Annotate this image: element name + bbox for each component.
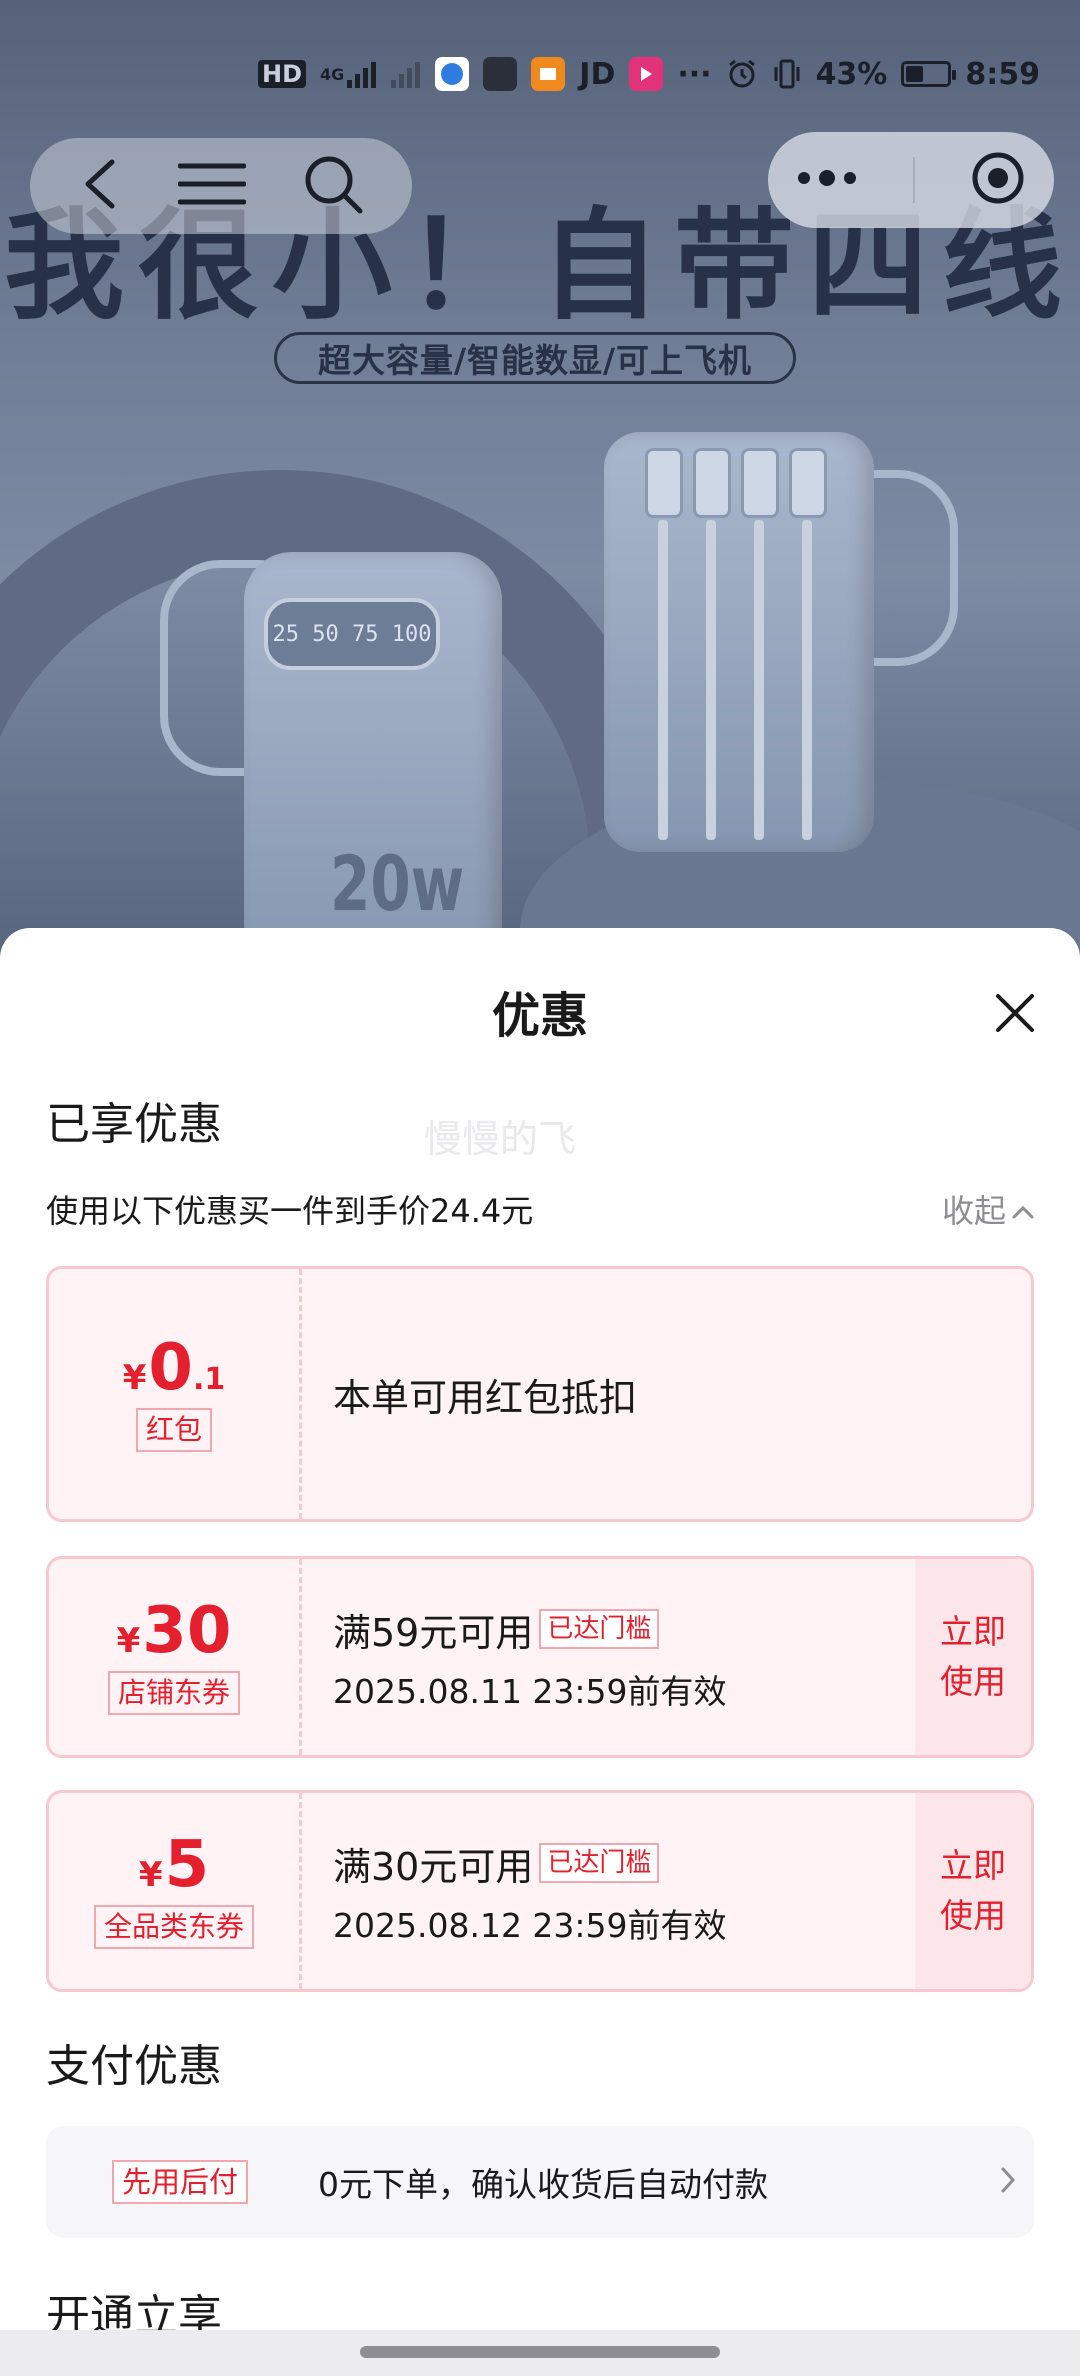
threshold-reached-badge: 已达门槛 — [539, 1843, 660, 1883]
more-options-icon[interactable] — [796, 168, 858, 192]
pay-later-description: 0元下单，确认收货后自动付款 — [318, 2165, 769, 2204]
coupon-value: ¥ 5 全品类东券 — [49, 1793, 299, 1989]
more-notifications-icon: ··· — [677, 56, 712, 92]
amount-value: 0 — [148, 1331, 193, 1405]
signal-empty-icon — [391, 60, 421, 88]
chevron-right-icon — [1000, 2166, 1016, 2198]
coupon-divider — [299, 1269, 302, 1519]
coupon-red-packet: ¥ 0 .1 红包 本单可用红包抵扣 — [46, 1266, 1034, 1522]
use-now-label-1: 立即 — [940, 1612, 1006, 1651]
use-now-button[interactable]: 立即 使用 — [915, 1559, 1031, 1755]
pay-later-tag: 先用后付 — [112, 2160, 249, 2204]
signal-icon: 4G — [320, 60, 377, 88]
alarm-icon — [726, 58, 758, 90]
product-banner: HD 4G JD ··· 43% 8:59 我很小！自带四线 超大容量/智能数显… — [0, 0, 1080, 960]
wattage-label: 20w — [330, 839, 465, 929]
jd-app-label: JD — [579, 56, 616, 92]
coupon-type-tag: 全品类东券 — [93, 1905, 254, 1949]
nav-capsule — [30, 138, 412, 234]
battery-percent: 43% — [815, 56, 888, 92]
search-icon[interactable] — [302, 153, 364, 219]
coupon-description: 本单可用红包抵扣 — [333, 1375, 638, 1420]
shopping-app-icon — [531, 57, 566, 91]
video-app-icon — [629, 57, 664, 91]
threshold-reached-badge: 已达门槛 — [539, 1609, 660, 1649]
coupon-amount: ¥ 30 — [117, 1599, 232, 1663]
coupon-amount: ¥ 0 .1 — [123, 1336, 225, 1400]
cable-channel — [754, 520, 764, 840]
cable-channel — [658, 520, 668, 840]
coupon-type-tag: 红包 — [135, 1408, 212, 1452]
pay-later-row[interactable]: 先用后付 0元下单，确认收货后自动付款 — [46, 2126, 1034, 2238]
hd-network-icon: HD — [258, 60, 307, 88]
coupon-divider — [299, 1559, 302, 1755]
cable-channel — [802, 520, 812, 840]
amount-value: 30 — [142, 1594, 232, 1668]
coupon-divider — [299, 1793, 302, 1989]
coupon-amount: ¥ 5 — [139, 1833, 209, 1897]
home-indicator[interactable] — [360, 2346, 720, 2358]
coupon-body: 满30元可用 已达门槛 2025.08.12 23:59前有效 — [333, 1793, 911, 1989]
cable-plug — [789, 448, 827, 518]
clock: 8:59 — [965, 56, 1040, 92]
banner-subheadline: 超大容量/智能数显/可上飞机 — [274, 332, 796, 384]
cable-plug — [741, 448, 779, 518]
coupon-validity: 2025.08.11 23:59前有效 — [333, 1671, 727, 1711]
use-now-label-1: 立即 — [940, 1846, 1006, 1885]
enjoyed-discounts-title: 已享优惠 — [46, 1099, 222, 1150]
coupon-condition-row: 满30元可用 已达门槛 — [333, 1836, 911, 1891]
powerbank-display: 25 50 75 100 — [264, 598, 440, 670]
currency-symbol: ¥ — [116, 1621, 141, 1661]
coupon-shop: ¥ 30 店铺东券 满59元可用 已达门槛 2025.08.11 23:59前有… — [46, 1556, 1034, 1758]
collapse-label: 收起 — [941, 1192, 1006, 1230]
capsule-divider — [912, 157, 915, 203]
collapse-toggle[interactable]: 收起 — [942, 1186, 1034, 1232]
mini-program-capsule — [768, 132, 1054, 228]
coupon-body: 本单可用红包抵扣 — [333, 1269, 911, 1519]
coupon-condition: 满30元可用 — [333, 1844, 534, 1889]
currency-symbol: ¥ — [138, 1855, 163, 1895]
sheet-title: 优惠 — [491, 988, 588, 1044]
calendar-app-icon — [483, 57, 518, 91]
price-summary: 使用以下优惠买一件到手价24.4元 — [46, 1192, 534, 1230]
cable-channel — [706, 520, 716, 840]
coupon-condition: 满59元可用 — [333, 1610, 534, 1655]
coupon-value: ¥ 30 店铺东券 — [49, 1559, 299, 1755]
coupon-condition-row: 满59元可用 已达门槛 — [333, 1602, 911, 1657]
status-bar: HD 4G JD ··· 43% 8:59 — [258, 50, 1040, 98]
payment-discounts-title: 支付优惠 — [46, 2041, 222, 2092]
chevron-up-icon — [1012, 1190, 1034, 1228]
coupon-all-category: ¥ 5 全品类东券 满30元可用 已达门槛 2025.08.12 23:59前有… — [46, 1790, 1034, 1992]
coupon-validity: 2025.08.12 23:59前有效 — [333, 1905, 727, 1945]
battery-icon — [901, 61, 957, 87]
amount-value: 5 — [164, 1828, 210, 1902]
use-now-button[interactable]: 立即 使用 — [915, 1793, 1031, 1989]
cable-plug — [693, 448, 731, 518]
discount-sheet: 优惠 已享优惠 慢慢的飞 使用以下优惠买一件到手价24.4元 收起 ¥ 0 .1… — [0, 928, 1080, 2376]
coupon-value: ¥ 0 .1 红包 — [49, 1269, 299, 1519]
user-watermark: 慢慢的飞 — [424, 1117, 577, 1161]
coupon-body: 满59元可用 已达门槛 2025.08.11 23:59前有效 — [333, 1559, 911, 1755]
vibrate-icon — [772, 58, 802, 90]
cable-plug — [645, 448, 683, 518]
use-now-label-2: 使用 — [940, 1662, 1006, 1701]
use-now-label-2: 使用 — [940, 1896, 1006, 1935]
menu-icon[interactable] — [177, 160, 247, 212]
close-icon[interactable] — [990, 988, 1040, 1038]
amount-decimal: .1 — [192, 1362, 226, 1397]
coupon-type-tag: 店铺东券 — [107, 1671, 240, 1715]
currency-symbol: ¥ — [122, 1358, 147, 1398]
browser-app-icon — [435, 57, 470, 91]
back-icon[interactable] — [78, 156, 122, 216]
close-mini-program-icon[interactable] — [970, 150, 1026, 210]
